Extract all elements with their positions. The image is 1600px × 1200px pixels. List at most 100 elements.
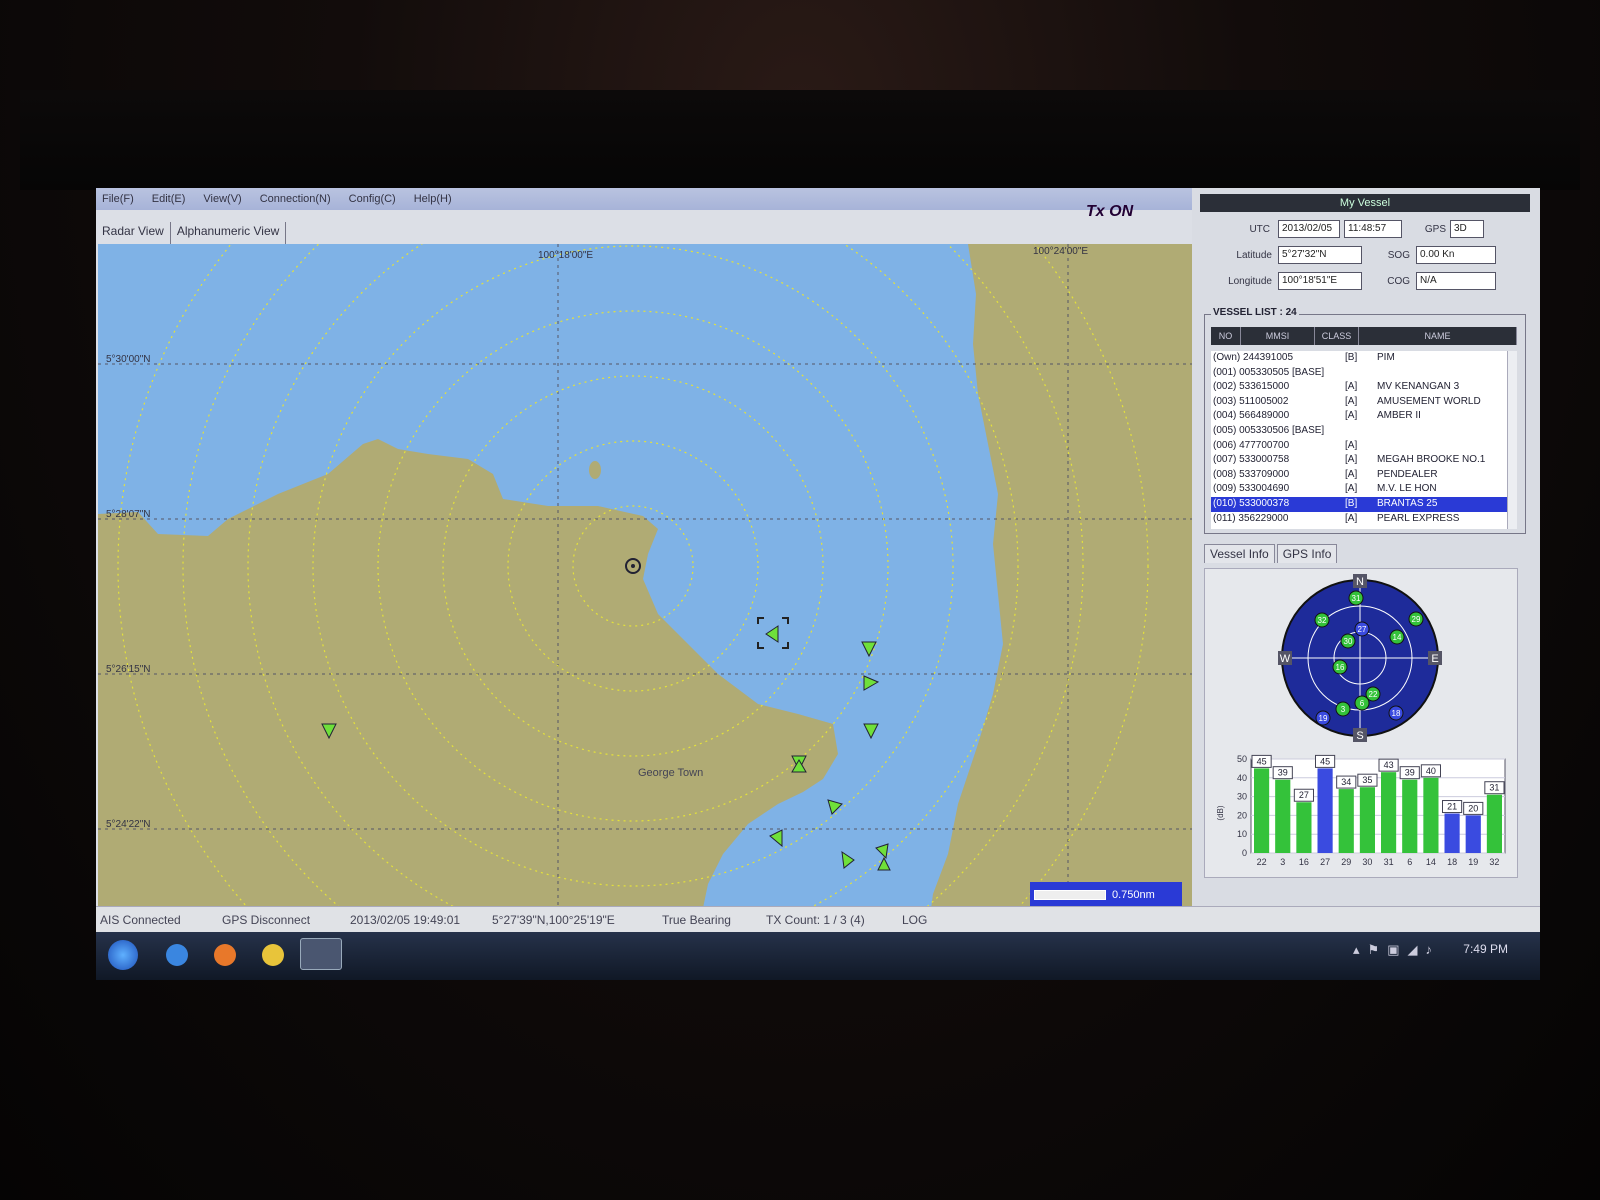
menu-file[interactable]: File(F) bbox=[102, 193, 134, 205]
vessel-cell-cls bbox=[1345, 424, 1377, 439]
col-name[interactable]: NAME bbox=[1359, 327, 1517, 345]
vessel-row[interactable]: (004) 566489000 [A] AMBER II bbox=[1211, 409, 1507, 424]
satellite-prn: 27 bbox=[1358, 625, 1367, 634]
menu-edit[interactable]: Edit(E) bbox=[152, 193, 186, 205]
menu-view[interactable]: View(V) bbox=[203, 193, 241, 205]
snr-value-label: 43 bbox=[1384, 760, 1394, 770]
col-class[interactable]: CLASS bbox=[1315, 327, 1359, 345]
tab-vessel-info[interactable]: Vessel Info bbox=[1204, 544, 1275, 563]
scale-control[interactable]: 0.750nm bbox=[1030, 882, 1182, 908]
system-tray-icons[interactable]: ▴⚑▣◢♪ bbox=[1353, 942, 1440, 958]
lon-label-2: 100°24'00"E bbox=[1033, 246, 1088, 257]
snr-bar-chart: 0 10 20 30 40 50 (dB) 45 22 39 3 27 16 45 27 34 29 35 30 43… bbox=[1209, 749, 1513, 873]
snr-bar bbox=[1381, 772, 1397, 853]
snr-category-label: 30 bbox=[1362, 857, 1372, 867]
ie-icon[interactable] bbox=[166, 944, 188, 966]
land-penang bbox=[98, 439, 838, 932]
snr-category-label: 29 bbox=[1341, 857, 1351, 867]
col-no[interactable]: NO bbox=[1211, 327, 1241, 345]
vessel-cell-id: (005) 005330506 [BASE] bbox=[1213, 424, 1325, 436]
lon-label-1: 100°18'00"E bbox=[538, 250, 593, 261]
scale-value: 0.750nm bbox=[1112, 889, 1155, 901]
snr-bar bbox=[1317, 768, 1333, 853]
satellite-prn: 19 bbox=[1319, 714, 1328, 723]
firefox-icon[interactable] bbox=[214, 944, 236, 966]
snr-value-label: 31 bbox=[1489, 783, 1499, 793]
snr-category-label: 27 bbox=[1320, 857, 1330, 867]
snr-value-label: 20 bbox=[1468, 803, 1478, 813]
menu-help[interactable]: Help(H) bbox=[414, 193, 452, 205]
sog-field: 0.00 Kn bbox=[1416, 246, 1496, 264]
snr-value-label: 40 bbox=[1426, 766, 1436, 776]
chrome-icon[interactable] bbox=[262, 944, 284, 966]
snr-value-label: 21 bbox=[1447, 802, 1457, 812]
vessel-list-scrollbar[interactable] bbox=[1507, 351, 1517, 529]
vessel-row[interactable]: (005) 005330506 [BASE] bbox=[1211, 424, 1507, 439]
col-mmsi[interactable]: MMSI bbox=[1241, 327, 1315, 345]
vessel-cell-id: (Own) 244391005 bbox=[1213, 352, 1294, 363]
vessel-cell-cls: [A] bbox=[1345, 512, 1358, 524]
snr-ytick-label: 0 bbox=[1242, 848, 1247, 858]
utc-label: UTC bbox=[1249, 224, 1270, 235]
my-vessel-title: My Vessel bbox=[1200, 194, 1530, 212]
vessel-cell-name bbox=[1377, 366, 1507, 381]
sog-label: SOG bbox=[1387, 250, 1410, 261]
vessel-row[interactable]: (002) 533615000 [A] MV KENANGAN 3 bbox=[1211, 380, 1507, 395]
vessel-cell-name bbox=[1377, 424, 1507, 439]
vessel-target-icon bbox=[875, 843, 889, 860]
snr-category-label: 32 bbox=[1489, 857, 1499, 867]
taskbar-clock: 7:49 PM bbox=[1463, 942, 1508, 956]
snr-bar bbox=[1359, 787, 1375, 853]
vessel-target-icon bbox=[863, 675, 880, 691]
vessel-row[interactable]: (006) 477700700 [A] bbox=[1211, 439, 1507, 454]
satellite-prn: 3 bbox=[1341, 705, 1346, 714]
tab-radar-view[interactable]: Radar View bbox=[96, 222, 171, 244]
snr-ytick-label: 30 bbox=[1237, 792, 1247, 802]
vessel-row[interactable]: (010) 533000378 [B] BRANTAS 25 bbox=[1211, 496, 1507, 512]
satellite-prn: 6 bbox=[1360, 699, 1365, 708]
start-button-icon[interactable] bbox=[108, 940, 138, 970]
vessel-target-icon bbox=[765, 625, 779, 643]
ais-app-icon[interactable] bbox=[300, 938, 342, 970]
snr-category-label: 16 bbox=[1299, 857, 1309, 867]
vessel-row[interactable]: (008) 533709000 [A] PENDEALER bbox=[1211, 468, 1507, 483]
snr-value-label: 34 bbox=[1341, 777, 1351, 787]
vessel-cell-name: BRANTAS 25 bbox=[1377, 497, 1438, 509]
satellite-prn: 31 bbox=[1352, 594, 1361, 603]
vessel-row[interactable]: (011) 356229000 [A] PEARL EXPRESS bbox=[1211, 512, 1507, 527]
status-ais: AIS Connected bbox=[100, 913, 181, 927]
vessel-row[interactable]: (Own) 244391005 [B] PIM bbox=[1211, 351, 1507, 366]
direction-label: E bbox=[1431, 653, 1438, 665]
snr-value-label: 39 bbox=[1278, 768, 1288, 778]
direction-label: W bbox=[1280, 653, 1291, 665]
tab-alphanumeric-view[interactable]: Alphanumeric View bbox=[171, 222, 287, 244]
scale-slider[interactable] bbox=[1034, 890, 1106, 900]
satellite-prn: 14 bbox=[1393, 633, 1402, 642]
vessel-cell-name: PENDEALER bbox=[1377, 468, 1438, 480]
menu-config[interactable]: Config(C) bbox=[349, 193, 396, 205]
snr-category-label: 31 bbox=[1384, 857, 1394, 867]
info-tabs: Vessel Info GPS Info bbox=[1204, 544, 1339, 563]
satellite-prn: 30 bbox=[1344, 637, 1353, 646]
vessel-row[interactable]: (003) 511005002 [A] AMUSEMENT WORLD bbox=[1211, 395, 1507, 410]
vessel-list-rows: (Own) 244391005 [B] PIM (001) 005330505 [BA… bbox=[1211, 351, 1507, 529]
vessel-cell-id: (001) 005330505 [BASE] bbox=[1213, 366, 1325, 378]
vessel-cell-name bbox=[1377, 439, 1507, 454]
radar-map[interactable]: 100°18'00"E 100°24'00"E 5°30'00"N 5°28'0… bbox=[98, 244, 1192, 932]
satellite-prn: 16 bbox=[1336, 663, 1345, 672]
vessel-cell-id: (006) 477700700 bbox=[1213, 439, 1290, 451]
vessel-cell-id: (011) 356229000 bbox=[1213, 512, 1289, 524]
gps-label: GPS bbox=[1424, 224, 1446, 235]
snr-value-label: 45 bbox=[1257, 756, 1267, 766]
tab-gps-info[interactable]: GPS Info bbox=[1276, 544, 1338, 563]
vessel-cell-cls: [A] bbox=[1345, 468, 1358, 480]
vessel-row[interactable]: (001) 005330505 [BASE] bbox=[1211, 366, 1507, 381]
vessel-cell-name: MV KENANGAN 3 bbox=[1377, 381, 1460, 393]
menu-connection[interactable]: Connection(N) bbox=[260, 193, 331, 205]
vessel-target-icon bbox=[769, 829, 783, 848]
longitude-field: 100°18'51"E bbox=[1278, 272, 1362, 290]
vessel-row[interactable]: (007) 533000758 [A] MEGAH BROOKE NO.1 bbox=[1211, 453, 1507, 468]
snr-category-label: 22 bbox=[1257, 857, 1267, 867]
vessel-row[interactable]: (009) 533004690 [A] M.V. LE HON bbox=[1211, 482, 1507, 497]
snr-ytick-label: 20 bbox=[1237, 810, 1247, 820]
